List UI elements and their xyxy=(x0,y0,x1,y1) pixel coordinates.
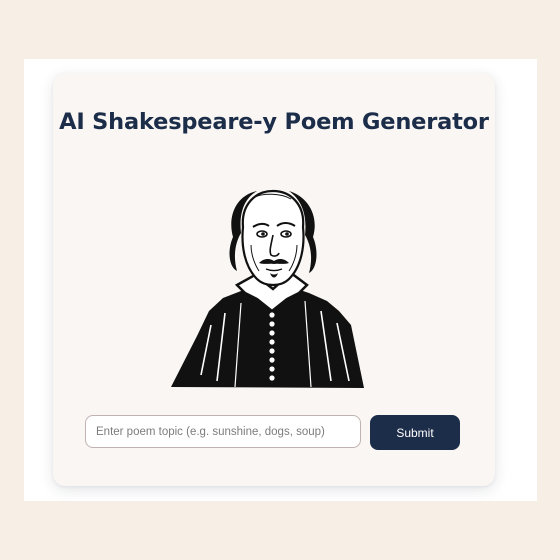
shakespeare-portrait-icon xyxy=(171,189,364,388)
generator-card: AI Shakespeare-y Poem Generator Enter po… xyxy=(53,73,495,486)
submit-button[interactable]: Submit xyxy=(370,415,460,450)
page-title: AI Shakespeare-y Poem Generator xyxy=(59,109,489,135)
app-frame: AI Shakespeare-y Poem Generator Enter po… xyxy=(24,59,537,501)
poem-topic-input[interactable] xyxy=(85,415,361,448)
